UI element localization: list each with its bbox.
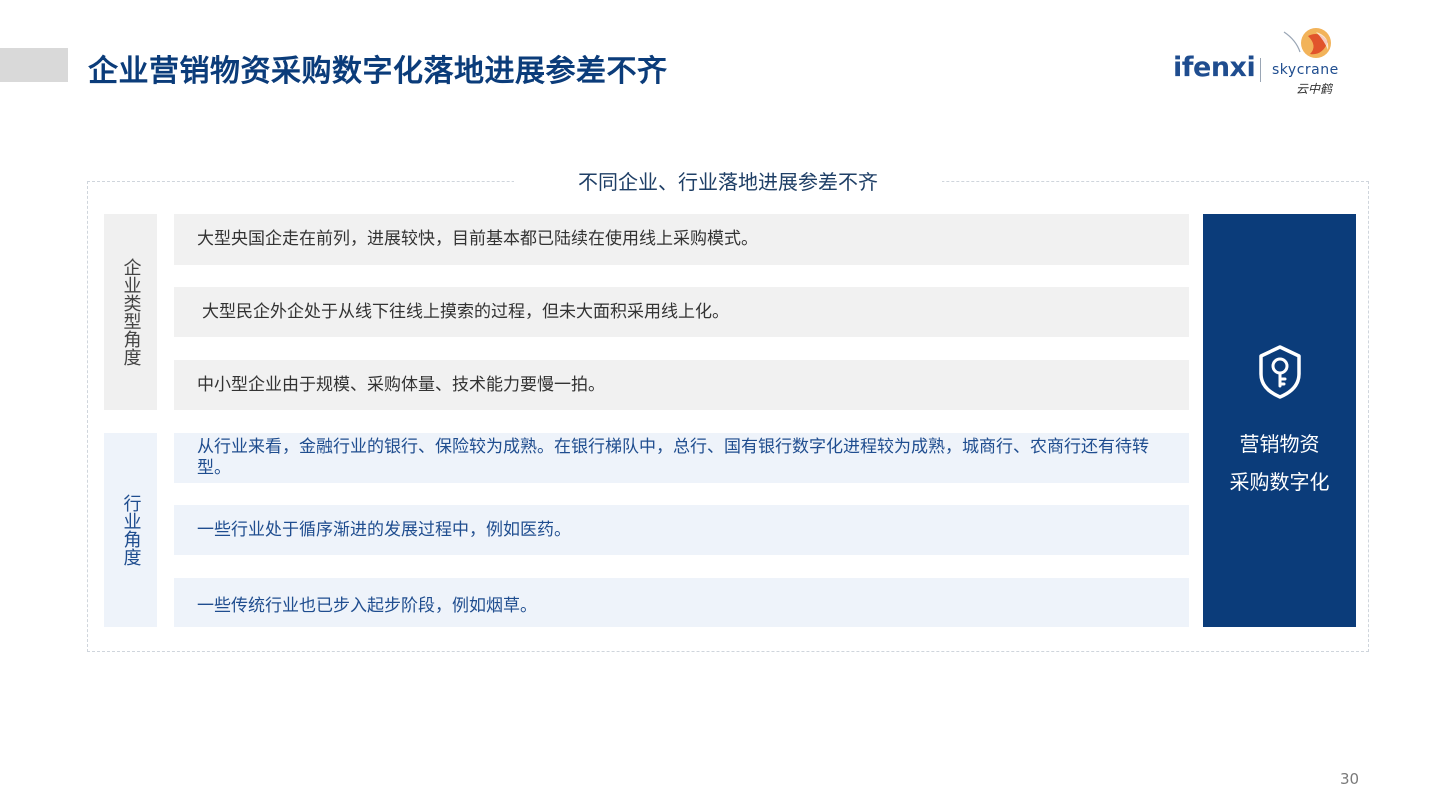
group-label-industry: 行业角度 (104, 433, 157, 627)
list-item: 大型民企外企处于从线下往线上摸索的过程，但未大面积采用线上化。 (174, 287, 1189, 337)
list-item: 一些传统行业也已步入起步阶段，例如烟草。 (174, 578, 1189, 627)
list-item: 大型央国企走在前列，进展较快，目前基本都已陆续在使用线上采购模式。 (174, 214, 1189, 265)
panel-line-1: 营销物资 (1239, 432, 1320, 456)
side-panel: 营销物资 采购数字化 (1203, 214, 1356, 627)
group-label-enterprise: 企业类型角度 (104, 214, 157, 410)
list-item: 中小型企业由于规模、采购体量、技术能力要慢一拍。 (174, 360, 1189, 410)
ifenxi-logo: ifenxi (1173, 52, 1256, 83)
skycrane-logo-cn: 云中鹤 (1296, 82, 1333, 96)
slide-title: 企业营销物资采购数字化落地进展参差不齐 (88, 54, 668, 89)
skycrane-logo-text: skycrane (1272, 62, 1339, 78)
shield-key-icon (1259, 345, 1301, 399)
title-accent-bar (0, 48, 68, 82)
group-label-text: 企业类型角度 (120, 258, 142, 366)
list-item: 一些行业处于循序渐进的发展过程中，例如医药。 (174, 505, 1189, 555)
logo-divider (1260, 58, 1261, 82)
panel-line-2: 采购数字化 (1229, 470, 1330, 494)
list-item: 从行业来看，金融行业的银行、保险较为成熟。在银行梯队中，总行、国有银行数字化进程… (174, 433, 1189, 483)
frame-title: 不同企业、行业落地进展参差不齐 (514, 168, 942, 196)
group-label-text: 行业角度 (120, 494, 142, 566)
page-number: 30 (1340, 770, 1360, 788)
